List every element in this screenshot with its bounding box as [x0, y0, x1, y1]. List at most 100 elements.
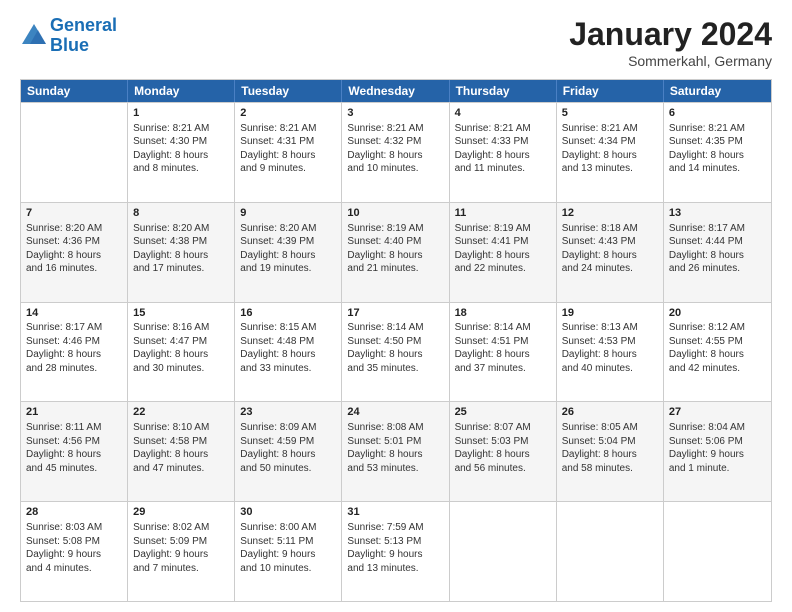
day-number: 1 [133, 106, 229, 121]
day-number: 13 [669, 206, 766, 221]
calendar-header-cell: Sunday [21, 80, 128, 102]
calendar-cell: 26Sunrise: 8:05 AM Sunset: 5:04 PM Dayli… [557, 402, 664, 501]
day-number: 12 [562, 206, 658, 221]
logo: General Blue [20, 16, 117, 56]
header: General Blue January 2024 Sommerkahl, Ge… [20, 16, 772, 69]
cell-text: Sunrise: 8:07 AM Sunset: 5:03 PM Dayligh… [455, 421, 551, 475]
day-number: 16 [240, 306, 336, 321]
calendar-cell: 22Sunrise: 8:10 AM Sunset: 4:58 PM Dayli… [128, 402, 235, 501]
cell-text: Sunrise: 8:20 AM Sunset: 4:36 PM Dayligh… [26, 222, 122, 276]
calendar-cell: 16Sunrise: 8:15 AM Sunset: 4:48 PM Dayli… [235, 303, 342, 402]
cell-text: Sunrise: 8:12 AM Sunset: 4:55 PM Dayligh… [669, 321, 766, 375]
calendar-cell [450, 502, 557, 601]
cell-text: Sunrise: 8:17 AM Sunset: 4:44 PM Dayligh… [669, 222, 766, 276]
day-number: 22 [133, 405, 229, 420]
cell-text: Sunrise: 8:18 AM Sunset: 4:43 PM Dayligh… [562, 222, 658, 276]
day-number: 30 [240, 505, 336, 520]
day-number: 14 [26, 306, 122, 321]
cell-text: Sunrise: 8:21 AM Sunset: 4:34 PM Dayligh… [562, 122, 658, 176]
cell-text: Sunrise: 8:21 AM Sunset: 4:35 PM Dayligh… [669, 122, 766, 176]
calendar-row: 28Sunrise: 8:03 AM Sunset: 5:08 PM Dayli… [21, 501, 771, 601]
day-number: 7 [26, 206, 122, 221]
calendar-cell: 14Sunrise: 8:17 AM Sunset: 4:46 PM Dayli… [21, 303, 128, 402]
calendar-cell: 20Sunrise: 8:12 AM Sunset: 4:55 PM Dayli… [664, 303, 771, 402]
day-number: 21 [26, 405, 122, 420]
calendar-cell: 31Sunrise: 7:59 AM Sunset: 5:13 PM Dayli… [342, 502, 449, 601]
day-number: 5 [562, 106, 658, 121]
cell-text: Sunrise: 8:21 AM Sunset: 4:33 PM Dayligh… [455, 122, 551, 176]
calendar: SundayMondayTuesdayWednesdayThursdayFrid… [20, 79, 772, 602]
day-number: 23 [240, 405, 336, 420]
calendar-cell [664, 502, 771, 601]
calendar-cell [21, 103, 128, 202]
calendar-body: 1Sunrise: 8:21 AM Sunset: 4:30 PM Daylig… [21, 102, 771, 601]
day-number: 9 [240, 206, 336, 221]
calendar-cell: 6Sunrise: 8:21 AM Sunset: 4:35 PM Daylig… [664, 103, 771, 202]
day-number: 10 [347, 206, 443, 221]
calendar-cell: 29Sunrise: 8:02 AM Sunset: 5:09 PM Dayli… [128, 502, 235, 601]
title-block: January 2024 Sommerkahl, Germany [569, 16, 772, 69]
calendar-cell: 9Sunrise: 8:20 AM Sunset: 4:39 PM Daylig… [235, 203, 342, 302]
calendar-header-cell: Friday [557, 80, 664, 102]
day-number: 18 [455, 306, 551, 321]
day-number: 17 [347, 306, 443, 321]
cell-text: Sunrise: 8:16 AM Sunset: 4:47 PM Dayligh… [133, 321, 229, 375]
cell-text: Sunrise: 8:15 AM Sunset: 4:48 PM Dayligh… [240, 321, 336, 375]
calendar-header-cell: Tuesday [235, 80, 342, 102]
logo-general: General [50, 15, 117, 35]
day-number: 11 [455, 206, 551, 221]
day-number: 20 [669, 306, 766, 321]
cell-text: Sunrise: 8:21 AM Sunset: 4:31 PM Dayligh… [240, 122, 336, 176]
calendar-header-row: SundayMondayTuesdayWednesdayThursdayFrid… [21, 80, 771, 102]
day-number: 26 [562, 405, 658, 420]
day-number: 19 [562, 306, 658, 321]
day-number: 15 [133, 306, 229, 321]
cell-text: Sunrise: 7:59 AM Sunset: 5:13 PM Dayligh… [347, 521, 443, 575]
calendar-cell: 28Sunrise: 8:03 AM Sunset: 5:08 PM Dayli… [21, 502, 128, 601]
day-number: 24 [347, 405, 443, 420]
month-title: January 2024 [569, 16, 772, 53]
cell-text: Sunrise: 8:05 AM Sunset: 5:04 PM Dayligh… [562, 421, 658, 475]
day-number: 29 [133, 505, 229, 520]
calendar-cell: 13Sunrise: 8:17 AM Sunset: 4:44 PM Dayli… [664, 203, 771, 302]
calendar-cell: 27Sunrise: 8:04 AM Sunset: 5:06 PM Dayli… [664, 402, 771, 501]
cell-text: Sunrise: 8:14 AM Sunset: 4:50 PM Dayligh… [347, 321, 443, 375]
calendar-cell: 1Sunrise: 8:21 AM Sunset: 4:30 PM Daylig… [128, 103, 235, 202]
logo-icon [20, 22, 48, 50]
cell-text: Sunrise: 8:20 AM Sunset: 4:39 PM Dayligh… [240, 222, 336, 276]
calendar-cell: 30Sunrise: 8:00 AM Sunset: 5:11 PM Dayli… [235, 502, 342, 601]
calendar-cell: 19Sunrise: 8:13 AM Sunset: 4:53 PM Dayli… [557, 303, 664, 402]
calendar-cell: 10Sunrise: 8:19 AM Sunset: 4:40 PM Dayli… [342, 203, 449, 302]
calendar-row: 1Sunrise: 8:21 AM Sunset: 4:30 PM Daylig… [21, 102, 771, 202]
calendar-cell: 7Sunrise: 8:20 AM Sunset: 4:36 PM Daylig… [21, 203, 128, 302]
calendar-row: 7Sunrise: 8:20 AM Sunset: 4:36 PM Daylig… [21, 202, 771, 302]
calendar-cell: 23Sunrise: 8:09 AM Sunset: 4:59 PM Dayli… [235, 402, 342, 501]
day-number: 6 [669, 106, 766, 121]
cell-text: Sunrise: 8:02 AM Sunset: 5:09 PM Dayligh… [133, 521, 229, 575]
calendar-cell: 15Sunrise: 8:16 AM Sunset: 4:47 PM Dayli… [128, 303, 235, 402]
day-number: 27 [669, 405, 766, 420]
calendar-cell: 2Sunrise: 8:21 AM Sunset: 4:31 PM Daylig… [235, 103, 342, 202]
day-number: 8 [133, 206, 229, 221]
location-subtitle: Sommerkahl, Germany [569, 53, 772, 69]
calendar-cell: 18Sunrise: 8:14 AM Sunset: 4:51 PM Dayli… [450, 303, 557, 402]
cell-text: Sunrise: 8:08 AM Sunset: 5:01 PM Dayligh… [347, 421, 443, 475]
cell-text: Sunrise: 8:13 AM Sunset: 4:53 PM Dayligh… [562, 321, 658, 375]
calendar-row: 14Sunrise: 8:17 AM Sunset: 4:46 PM Dayli… [21, 302, 771, 402]
day-number: 25 [455, 405, 551, 420]
calendar-cell: 21Sunrise: 8:11 AM Sunset: 4:56 PM Dayli… [21, 402, 128, 501]
cell-text: Sunrise: 8:19 AM Sunset: 4:40 PM Dayligh… [347, 222, 443, 276]
logo-text: General Blue [50, 16, 117, 56]
day-number: 31 [347, 505, 443, 520]
calendar-cell: 24Sunrise: 8:08 AM Sunset: 5:01 PM Dayli… [342, 402, 449, 501]
day-number: 2 [240, 106, 336, 121]
calendar-cell: 12Sunrise: 8:18 AM Sunset: 4:43 PM Dayli… [557, 203, 664, 302]
calendar-cell: 17Sunrise: 8:14 AM Sunset: 4:50 PM Dayli… [342, 303, 449, 402]
day-number: 28 [26, 505, 122, 520]
day-number: 4 [455, 106, 551, 121]
calendar-cell: 3Sunrise: 8:21 AM Sunset: 4:32 PM Daylig… [342, 103, 449, 202]
calendar-cell: 4Sunrise: 8:21 AM Sunset: 4:33 PM Daylig… [450, 103, 557, 202]
day-number: 3 [347, 106, 443, 121]
calendar-cell: 11Sunrise: 8:19 AM Sunset: 4:41 PM Dayli… [450, 203, 557, 302]
calendar-header-cell: Saturday [664, 80, 771, 102]
